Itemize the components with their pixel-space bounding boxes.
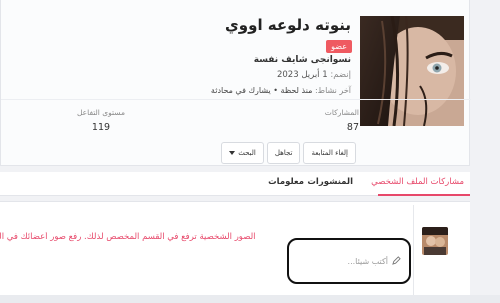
last-active-info: آخر نشاط: منذ لحظة • يشارك في محادثة	[211, 86, 351, 95]
joined-label: إنضم:	[330, 70, 351, 80]
last-active-label: آخر نشاط:	[314, 86, 351, 95]
rank-badge: عضو	[326, 40, 352, 53]
search-dropdown-button[interactable]: البحث	[221, 142, 264, 164]
status-composer[interactable]: أكتب شيئا...	[287, 238, 411, 284]
bottom-edge	[0, 295, 500, 303]
joined-date: 1 أبريل 2023	[276, 70, 328, 80]
reaction-value: 119	[91, 122, 111, 133]
unfollow-button[interactable]: إلغاء المتابعة	[303, 142, 356, 164]
tab-postings[interactable]: المنشورات	[307, 177, 353, 187]
notice-message: الصور الشخصية ترفع في القسم المخصص لذلك.…	[0, 232, 256, 242]
ignore-label: تجاهل	[274, 149, 293, 157]
ignore-button[interactable]: تجاهل	[266, 142, 301, 164]
tab-profile-posts[interactable]: مشاركات الملف الشخصي	[371, 177, 464, 187]
composer-field[interactable]: أكتب شيئا...	[348, 256, 401, 267]
joined-info: إنضم: 1 أبريل 2023	[277, 70, 351, 80]
current-user-avatar[interactable]	[422, 227, 448, 255]
stats-row: المشاركات 87 مستوى التفاعل 119	[1, 99, 471, 133]
unfollow-label: إلغاء المتابعة	[311, 149, 348, 157]
active-tab-indicator	[378, 194, 470, 196]
posts-value: 87	[346, 122, 359, 133]
posts-label: المشاركات	[324, 108, 359, 117]
stat-reaction-score: مستوى التفاعل 119	[77, 108, 125, 133]
profile-actions: إلغاء المتابعة تجاهل البحث	[221, 142, 356, 164]
tab-about[interactable]: معلومات	[268, 177, 304, 187]
last-active-value[interactable]: منذ لحظة • يشارك في محادثة	[211, 86, 313, 95]
divider	[413, 205, 414, 295]
composer-placeholder: أكتب شيئا...	[347, 257, 388, 266]
search-label: البحث	[238, 149, 256, 157]
profile-tabs: مشاركات الملف الشخصي المنشورات معلومات	[0, 172, 470, 196]
stat-posts[interactable]: المشاركات 87	[325, 108, 359, 133]
reaction-label: مستوى التفاعل	[77, 108, 125, 117]
profile-username: بنوته دلوعه اووي	[225, 16, 351, 34]
user-title: نسوانجى شايف نفسة	[253, 55, 351, 65]
pencil-icon	[392, 256, 401, 267]
chevron-down-icon	[229, 149, 236, 157]
profile-card: بنوته دلوعه اووي عضو نسوانجى شايف نفسة إ…	[0, 0, 471, 166]
